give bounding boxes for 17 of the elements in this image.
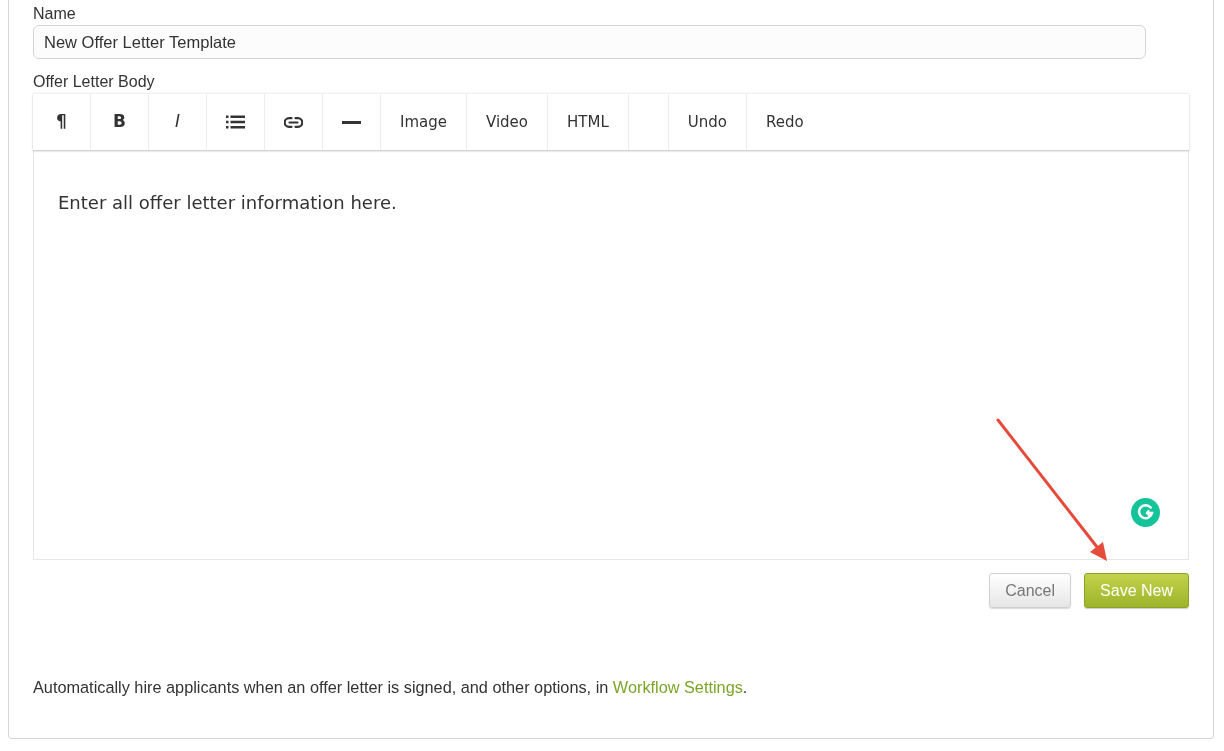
bold-button[interactable]: B <box>91 94 149 150</box>
toolbar-button[interactable]: Undo <box>668 94 747 150</box>
horizontal-rule-icon <box>342 120 361 124</box>
list-icon <box>226 115 245 129</box>
footer-text: Automatically hire applicants when an offer letter is signed, and other options, in Workflow Settings. <box>33 678 748 696</box>
toolbar-button[interactable]: Image <box>381 94 467 150</box>
field-label: Name <box>33 5 76 23</box>
field-label: Offer Letter Body <box>33 73 155 91</box>
link-icon <box>284 116 303 128</box>
toolbar-button[interactable]: Redo <box>746 94 823 150</box>
paragraph-button[interactable]: ¶ <box>33 94 91 150</box>
editor-field[interactable]: Enter all offer letter information here. <box>33 150 1189 560</box>
cancel-button[interactable]: Cancel <box>989 573 1072 608</box>
name-input[interactable]: New Offer Letter Template <box>33 25 1146 59</box>
toolbar-button[interactable]: HTML <box>548 94 629 150</box>
toolbar-button[interactable]: Video <box>467 94 548 150</box>
italic-button[interactable]: I <box>149 94 207 150</box>
